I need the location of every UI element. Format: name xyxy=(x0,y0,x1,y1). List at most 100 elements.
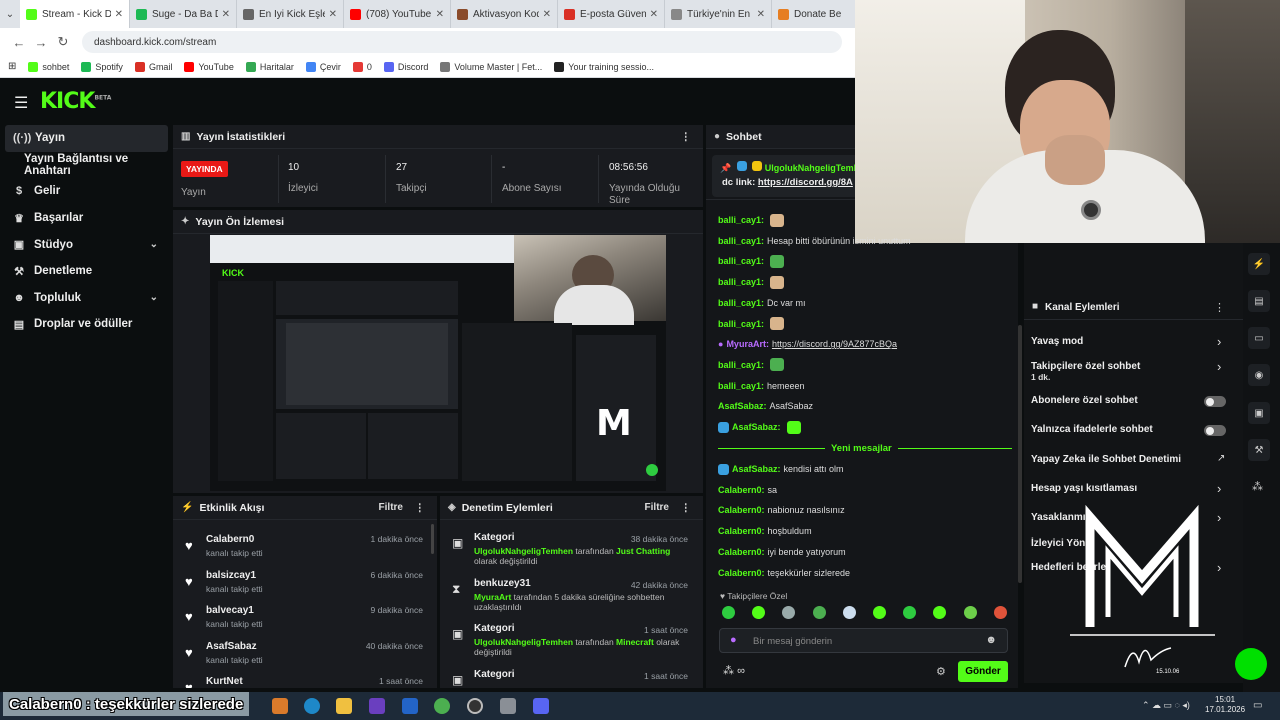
chevron-right-icon[interactable]: › xyxy=(1217,334,1221,349)
kick-logo[interactable]: KICKBETA xyxy=(40,89,111,114)
bookmark-item[interactable]: Your training sessio... xyxy=(554,61,654,72)
emote-icon[interactable] xyxy=(812,606,826,619)
bookmark-item[interactable]: 0 xyxy=(352,61,372,72)
bookmark-item[interactable]: YouTube xyxy=(184,61,234,72)
browser-tab[interactable]: Türkiye'nin En Dev ✕ xyxy=(665,0,772,28)
chat-message[interactable]: AsafSabaz: xyxy=(718,420,801,434)
chat-message[interactable]: balli_cay1: xyxy=(718,317,785,331)
chat-message[interactable]: Calabern0: teşekkürler sizlerede xyxy=(718,566,850,580)
taskbar-store-icon[interactable] xyxy=(369,698,385,714)
channel-actions-menu-icon[interactable]: ⋮ xyxy=(1214,301,1225,314)
channel-actions-scrollbar[interactable] xyxy=(1018,325,1022,583)
activity-item[interactable]: ♥ balvecay1 kanalı takip etti 9 dakika önce xyxy=(173,603,431,639)
browser-tab[interactable]: Suge - Da Ba Dee ✕ xyxy=(130,0,237,28)
activity-item[interactable]: ♥ AsafSabaz kanalı takip etti 40 dakika önc… xyxy=(173,639,431,675)
chat-points[interactable]: ⁂ ∞ xyxy=(723,664,745,677)
chat-username[interactable]: balli_cay1: xyxy=(718,236,764,246)
bookmark-item[interactable]: Discord xyxy=(383,61,428,72)
chevron-right-icon[interactable]: › xyxy=(1217,560,1221,575)
chevron-right-icon[interactable]: › xyxy=(1217,510,1221,525)
taskbar-obs-icon[interactable] xyxy=(467,698,483,714)
rail-wrench-icon[interactable]: ⚒ xyxy=(1248,439,1270,461)
channel-action-item[interactable]: Hesap yaşı kısıtlaması xyxy=(1031,483,1137,494)
chat-username[interactable]: balli_cay1: xyxy=(718,256,764,266)
tab-close-icon[interactable]: ✕ xyxy=(650,9,658,20)
activity-scrollbar[interactable] xyxy=(431,524,434,554)
chat-username[interactable]: Calabern0: xyxy=(718,505,765,515)
chat-message[interactable]: Calabern0: hoşbuldum xyxy=(718,524,812,538)
bookmark-item[interactable]: sohbet xyxy=(28,61,69,72)
taskbar-mail-icon[interactable] xyxy=(402,698,418,714)
chat-message[interactable]: balli_cay1: xyxy=(718,275,785,289)
chat-username[interactable]: Calabern0: xyxy=(718,568,765,578)
chevron-right-icon[interactable]: › xyxy=(1217,359,1221,374)
chat-message-input[interactable]: ● Bir mesaj gönderin ☻ xyxy=(719,628,1008,653)
sidebar-item[interactable]: ▣ Stüdyo ⌄ xyxy=(0,231,170,258)
tray-icons[interactable]: ⌃ ☁ ▭ ◌ ◂) xyxy=(1142,700,1190,711)
chat-username[interactable]: Calabern0: xyxy=(718,485,765,495)
activity-filter-button[interactable]: Filtre xyxy=(379,502,403,513)
taskbar-app-icon[interactable] xyxy=(272,698,288,714)
activity-item[interactable]: ♥ balsizcay1 kanalı takip etti 6 dakika önc… xyxy=(173,568,431,604)
chat-message[interactable]: ● MyuraArt: https://discord.gg/9AZ877cBQa xyxy=(718,337,897,351)
sidebar-item[interactable]: $ Gelir xyxy=(0,178,170,205)
browser-tab[interactable]: Donate Be xyxy=(772,0,855,28)
sidebar-item[interactable]: ⚒ Denetleme xyxy=(0,258,170,285)
chat-username[interactable]: balli_cay1: xyxy=(718,277,764,287)
apps-grid-icon[interactable]: ⊞ xyxy=(8,61,16,72)
chat-message[interactable]: balli_cay1: xyxy=(718,254,785,268)
tab-close-icon[interactable]: ✕ xyxy=(757,9,765,20)
emote-icon[interactable] xyxy=(963,606,977,619)
chat-message[interactable]: AsafSabaz: kendisi attı olm xyxy=(718,462,844,476)
moderation-menu-icon[interactable]: ⋮ xyxy=(681,502,692,514)
sidebar-item[interactable]: ☻ Topluluk ⌄ xyxy=(0,285,170,312)
notification-icon[interactable]: ▭ xyxy=(1253,700,1262,711)
channel-action-item[interactable]: Takipçilere özel sohbet 1 dk. xyxy=(1031,361,1140,382)
toggle-switch[interactable] xyxy=(1204,425,1226,436)
bookmark-item[interactable]: Çevir xyxy=(305,61,341,72)
sidebar-item[interactable]: ♛ Başarılar xyxy=(0,205,170,232)
send-button[interactable]: Gönder xyxy=(958,661,1008,682)
channel-action-item[interactable]: Abonelere özel sohbet xyxy=(1031,395,1138,406)
chat-message[interactable]: AsafSabaz: AsafSabaz xyxy=(718,399,813,413)
taskbar-discord-icon[interactable] xyxy=(533,698,549,714)
taskbar-app2-icon[interactable] xyxy=(500,698,516,714)
chat-username[interactable]: AsafSabaz: xyxy=(732,422,781,432)
stats-menu-icon[interactable]: ⋮ xyxy=(681,131,692,143)
chat-message[interactable]: balli_cay1: xyxy=(718,358,785,372)
chat-username[interactable]: balli_cay1: xyxy=(718,319,764,329)
emote-icon[interactable] xyxy=(842,606,856,619)
activity-user[interactable]: Calabern0 xyxy=(206,534,254,545)
chat-username[interactable]: Calabern0: xyxy=(718,526,765,536)
back-icon[interactable]: ← xyxy=(8,35,30,50)
moderation-actor[interactable]: MyuraArt xyxy=(474,592,511,602)
moderation-actor[interactable]: UlgolukNahgeligTemhen xyxy=(474,637,573,647)
bookmark-item[interactable]: Haritalar xyxy=(245,61,294,72)
activity-user[interactable]: AsafSabaz xyxy=(206,641,257,652)
chat-settings-icon[interactable]: ⚙ xyxy=(936,665,946,678)
sidebar-item[interactable]: ▤ Droplar ve ödüller xyxy=(0,311,170,338)
moderation-item[interactable]: ▣ Kategori 38 dakika önce UlgolukNahgeligTe… xyxy=(440,532,698,576)
chat-username[interactable]: AsafSabaz: xyxy=(732,464,781,474)
tab-close-icon[interactable]: ✕ xyxy=(329,9,337,20)
chat-message[interactable]: Calabern0: iyi bende yatıyorum xyxy=(718,545,846,559)
moderation-filter-button[interactable]: Filtre xyxy=(645,502,669,513)
activity-user[interactable]: balvecay1 xyxy=(206,605,254,616)
channel-action-item[interactable]: Yavaş mod xyxy=(1031,336,1083,347)
toggle-switch[interactable] xyxy=(1204,396,1226,407)
tab-close-icon[interactable]: ✕ xyxy=(222,9,230,20)
activity-item[interactable]: ♥ KurtNet 1 saat önce xyxy=(173,674,431,688)
browser-tab[interactable]: Aktivasyon Kodu ✕ xyxy=(451,0,558,28)
activity-user[interactable]: KurtNet xyxy=(206,676,243,687)
chat-message[interactable]: balli_cay1: Dc var mı xyxy=(718,296,806,310)
browser-tab[interactable]: En İyi Kick Eşleşi ✕ xyxy=(237,0,344,28)
moderation-item[interactable]: ▣ Kategori 1 saat önce xyxy=(440,669,698,689)
browser-tab[interactable]: E-posta Güvenli G ✕ xyxy=(558,0,665,28)
external-link-icon[interactable]: ↗ xyxy=(1217,453,1225,464)
emote-icon[interactable] xyxy=(782,606,796,619)
emote-icon[interactable] xyxy=(993,606,1007,619)
browser-tab[interactable]: Stream - Kick Dash ✕ xyxy=(20,0,130,28)
rail-bolt-icon[interactable]: ⚡ xyxy=(1248,253,1270,275)
rail-chat-icon[interactable]: ▭ xyxy=(1248,327,1270,349)
moderation-item[interactable]: ⧗ benkuzey31 42 dakika önce MyuraArt tarafı… xyxy=(440,578,698,622)
